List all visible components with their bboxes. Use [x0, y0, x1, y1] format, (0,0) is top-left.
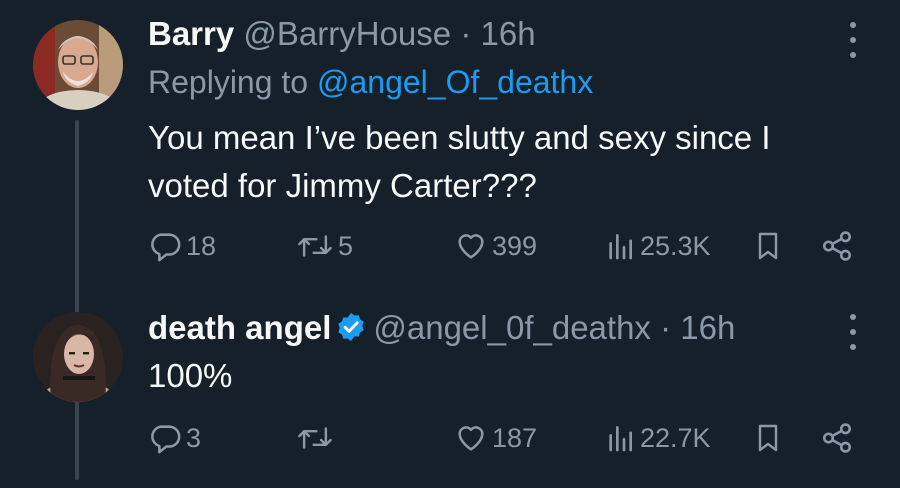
more-icon[interactable] [838, 22, 868, 58]
bookmark-button[interactable] [752, 418, 784, 458]
like-icon [458, 426, 484, 451]
like-count: 399 [492, 230, 538, 261]
replying-to-prefix: Replying to [148, 64, 309, 100]
tweet-death-angel[interactable]: death angel @angel_0f_deathx · 16h 100% … [0, 300, 900, 488]
thread-line [75, 420, 79, 480]
reply-count: 18 [186, 230, 217, 261]
timestamp[interactable]: 16h [680, 309, 735, 346]
views-icon [609, 234, 632, 260]
reply-button[interactable]: 18 [148, 226, 216, 266]
share-button[interactable] [820, 418, 854, 458]
tweet-text: 100% [148, 352, 848, 400]
tweet-header: Barry @BarryHouse · 16h [148, 14, 536, 54]
like-count: 187 [492, 422, 538, 453]
tweet-header: death angel @angel_0f_deathx · 16h [148, 308, 735, 348]
like-button[interactable]: 187 [454, 418, 537, 458]
reply-icon [151, 425, 181, 454]
tweet-text: You mean I’ve been slutty and sexy since… [148, 114, 848, 210]
tweet-text-line: 100% [148, 357, 233, 394]
tweet-text-line: voted for Jimmy Carter??? [148, 167, 537, 204]
views-icon [609, 426, 632, 452]
display-name[interactable]: Barry [148, 15, 234, 52]
avatar-barry[interactable] [33, 20, 123, 110]
retweet-count: 5 [338, 230, 354, 261]
bookmark-icon [758, 424, 778, 452]
share-icon [822, 231, 852, 261]
action-bar: 18 5 399 25.3K [148, 226, 860, 266]
views-button[interactable]: 22.7K [604, 418, 711, 458]
replying-to-handle-link[interactable]: @angel_Of_deathx [317, 64, 593, 100]
reply-icon [151, 233, 181, 262]
retweet-icon [298, 427, 332, 449]
view-count: 25.3K [640, 230, 711, 261]
share-icon [822, 423, 852, 453]
avatar-death-angel[interactable] [33, 312, 123, 402]
tweet-barry[interactable]: Barry @BarryHouse · 16h Replying to @ang… [0, 0, 900, 480]
verified-badge-icon [338, 313, 365, 341]
tweet-text-line: You mean I’ve been slutty and sexy since… [148, 119, 771, 156]
like-button[interactable]: 399 [454, 226, 537, 266]
display-name[interactable]: death angel [148, 309, 331, 346]
user-handle[interactable]: @BarryHouse [243, 15, 451, 52]
action-bar: 3 187 22.7K [148, 418, 860, 458]
user-handle[interactable]: @angel_0f_deathx [373, 309, 651, 346]
like-icon [458, 234, 484, 259]
reply-button[interactable]: 3 [148, 418, 201, 458]
timestamp[interactable]: 16h [480, 15, 535, 52]
share-button[interactable] [820, 226, 854, 266]
retweet-button[interactable]: 5 [296, 226, 353, 266]
more-icon[interactable] [838, 314, 868, 350]
separator-dot: · [660, 309, 672, 346]
bookmark-button[interactable] [752, 226, 784, 266]
reply-count: 3 [186, 422, 202, 453]
replying-to: Replying to @angel_Of_deathx [148, 62, 593, 102]
separator-dot: · [460, 15, 472, 52]
view-count: 22.7K [640, 422, 711, 453]
bookmark-icon [758, 232, 778, 260]
retweet-button[interactable] [296, 418, 338, 458]
retweet-icon [298, 235, 332, 257]
views-button[interactable]: 25.3K [604, 226, 711, 266]
